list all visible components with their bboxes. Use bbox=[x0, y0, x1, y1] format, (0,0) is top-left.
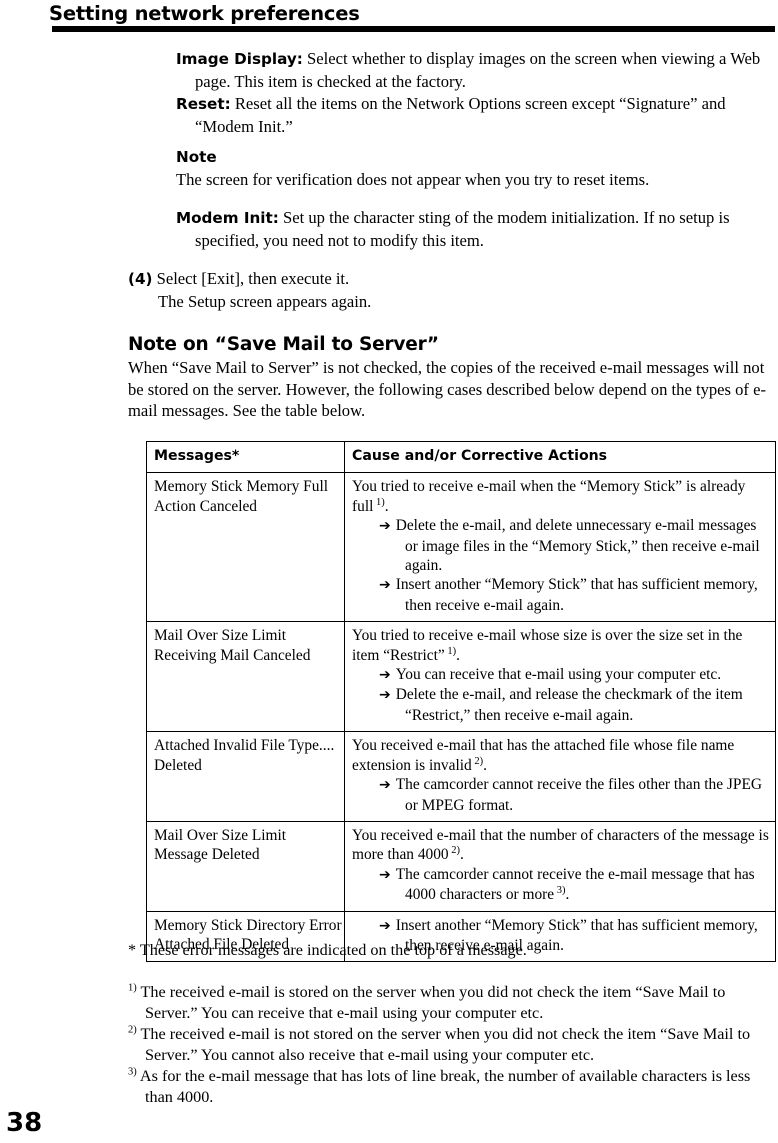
table-body: Memory Stick Memory Full Action Canceled Y… bbox=[146, 472, 776, 963]
footnotes-block: * These error messages are indicated on … bbox=[128, 940, 778, 1108]
table-row: Attached Invalid File Type.... Deleted You… bbox=[146, 731, 776, 822]
footnote-item: 3) As for the e-mail message that has lo… bbox=[128, 1066, 778, 1108]
footnote-ref: 1) bbox=[444, 645, 457, 657]
cause-bullet: ➔ The camcorder cannot receive the e-mail… bbox=[379, 865, 755, 904]
footnote-ref: 2) bbox=[471, 755, 484, 767]
step-line: (4) Select [Exit], then execute it. bbox=[128, 268, 768, 291]
message-line: Receiving Mail Canceled bbox=[154, 646, 311, 664]
definition-term-image-display: Image Display: bbox=[176, 50, 303, 68]
table-cell-message: Memory Stick Memory Full Action Canceled bbox=[146, 472, 345, 623]
footnote-marker: 3) bbox=[128, 1066, 137, 1078]
step-block-4: (4) Select [Exit], then execute it. The … bbox=[128, 268, 768, 313]
definition-list-modem-init: Modem Init: Set up the character sting o… bbox=[176, 207, 776, 252]
cause-bullet: ➔ The camcorder cannot receive the files … bbox=[379, 776, 762, 814]
message-line: Memory Stick Directory Error bbox=[154, 916, 342, 934]
step-number: (4) bbox=[128, 270, 153, 288]
arrow-right-icon: ➔ bbox=[379, 577, 391, 594]
table-cell-cause: You tried to receive e-mail when the “Me… bbox=[344, 472, 776, 623]
page-content: Image Display: Select whether to display… bbox=[0, 0, 778, 1143]
footnote-marker: 2) bbox=[128, 1024, 137, 1036]
table-cell-message: Attached Invalid File Type.... Deleted bbox=[146, 731, 345, 822]
message-line: Deleted bbox=[154, 756, 202, 774]
message-line: Mail Over Size Limit bbox=[154, 826, 287, 844]
cause-intro: You received e-mail that has the attache… bbox=[352, 737, 735, 774]
definition-item-image-display: Image Display: Select whether to display… bbox=[176, 48, 776, 93]
definition-term-reset: Reset: bbox=[176, 95, 231, 114]
arrow-right-icon: ➔ bbox=[379, 518, 391, 535]
cause-bullet: ➔ Insert another “Memory Stick” that has … bbox=[379, 576, 758, 614]
arrow-right-icon: ➔ bbox=[379, 687, 391, 704]
step-text: Select [Exit], then execute it. bbox=[152, 269, 350, 288]
cause-bullet: ➔ Delete the e-mail, and release the chec… bbox=[379, 686, 743, 724]
step-subtext: The Setup screen appears again. bbox=[158, 291, 372, 311]
definition-list-primary: Image Display: Select whether to display… bbox=[176, 48, 776, 138]
note-block: Note The screen for verification does no… bbox=[176, 146, 776, 191]
definition-item-reset: Reset: Reset all the items on the Networ… bbox=[176, 93, 776, 138]
table-row: Mail Over Size Limit Message Deleted You r… bbox=[146, 820, 776, 912]
table-cell-cause: You received e-mail that has the attache… bbox=[344, 731, 776, 822]
cause-intro: You tried to receive e-mail whose size i… bbox=[352, 627, 743, 664]
footnote-ref: 2) bbox=[448, 845, 460, 857]
footnote-item: 1) The received e-mail is stored on the … bbox=[128, 982, 778, 1024]
note-heading: Note bbox=[176, 148, 217, 166]
section-title: Note on “Save Mail to Server” bbox=[128, 334, 439, 355]
definition-item-modem-init: Modem Init: Set up the character sting o… bbox=[176, 207, 776, 252]
table-cell-cause: You tried to receive e-mail whose size i… bbox=[344, 621, 776, 733]
footnote-ref: 1) bbox=[373, 496, 385, 508]
footnote-ref: 3) bbox=[554, 885, 566, 896]
message-line: Mail Over Size Limit bbox=[154, 627, 287, 645]
table-header-cause: Cause and/or Corrective Actions bbox=[344, 440, 776, 474]
footnote-marker: 1) bbox=[128, 982, 137, 994]
footnote-items: 1) The received e-mail is stored on the … bbox=[128, 982, 778, 1108]
footnote-text: The received e-mail is not stored on the… bbox=[136, 1025, 751, 1064]
cause-bullet: ➔ Delete the e-mail, and delete unnecessa… bbox=[379, 517, 760, 575]
footnote-text: As for the e-mail message that has lots … bbox=[136, 1067, 751, 1106]
footnote-text: The received e-mail is stored on the ser… bbox=[136, 983, 726, 1022]
page-number: 38 bbox=[6, 1108, 43, 1138]
arrow-right-icon: ➔ bbox=[379, 866, 391, 883]
table-cell-message: Mail Over Size Limit Receiving Mail Cance… bbox=[146, 621, 345, 733]
section-paragraph: When “Save Mail to Server” is not checke… bbox=[128, 358, 766, 421]
footnote-asterisk: * These error messages are indicated on … bbox=[128, 941, 527, 959]
footnote-item: 2) The received e-mail is not stored on … bbox=[128, 1024, 778, 1066]
arrow-right-icon: ➔ bbox=[379, 917, 391, 934]
cause-intro: You tried to receive e-mail when the “Me… bbox=[352, 478, 746, 515]
note-body: The screen for verification does not app… bbox=[176, 169, 650, 189]
message-line: Message Deleted bbox=[154, 846, 260, 864]
section-save-mail-to-server: Note on “Save Mail to Server” When “Save… bbox=[128, 333, 776, 422]
arrow-right-icon: ➔ bbox=[379, 667, 391, 684]
table-row: Mail Over Size Limit Receiving Mail Cance… bbox=[146, 621, 776, 733]
table-row: Memory Stick Memory Full Action Canceled Y… bbox=[146, 472, 776, 623]
table-cell-cause: You received e-mail that the number of c… bbox=[344, 820, 776, 912]
definition-term-modem-init: Modem Init: bbox=[176, 209, 279, 227]
cause-intro: You received e-mail that the number of c… bbox=[352, 826, 769, 864]
messages-table: Messages* Cause and/or Corrective Action… bbox=[146, 440, 776, 963]
message-line: Action Canceled bbox=[154, 497, 257, 515]
message-line: Memory Stick Memory Full bbox=[154, 478, 328, 496]
message-line: Attached Invalid File Type.... bbox=[154, 737, 335, 755]
definition-desc-reset: Reset all the items on the Network Optio… bbox=[195, 94, 726, 136]
arrow-right-icon: ➔ bbox=[379, 777, 391, 794]
table-header-row: Messages* Cause and/or Corrective Action… bbox=[146, 440, 776, 474]
table-header-messages: Messages* bbox=[146, 440, 345, 474]
table-cell-message: Mail Over Size Limit Message Deleted bbox=[146, 820, 345, 912]
cause-bullet: ➔ You can receive that e-mail using your … bbox=[379, 666, 722, 684]
